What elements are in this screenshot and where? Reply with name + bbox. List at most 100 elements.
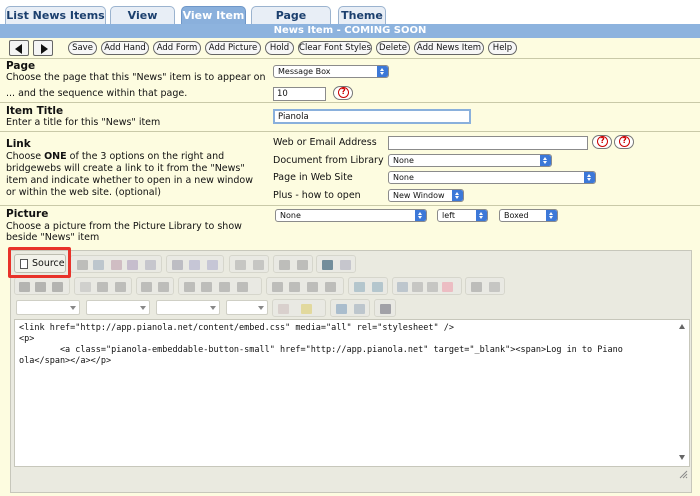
font-combo[interactable] — [156, 300, 220, 315]
page-title: News Item - COMING SOON — [0, 24, 700, 38]
paste-word-icon[interactable] — [145, 260, 156, 270]
hold-button[interactable]: Hold — [265, 41, 294, 55]
basic-style-group — [14, 277, 70, 295]
background-color-icon[interactable] — [301, 304, 312, 314]
list-group — [136, 277, 174, 295]
underline-icon[interactable] — [52, 282, 63, 292]
blockquote-icon[interactable] — [219, 282, 230, 292]
tab-page-options[interactable]: Page Options — [251, 6, 331, 39]
page-break-icon[interactable] — [489, 282, 500, 292]
page-select-value: Message Box — [278, 67, 331, 76]
superscript-icon[interactable] — [115, 282, 126, 292]
redo-icon[interactable] — [253, 260, 264, 270]
web-address-help-icon[interactable]: ? — [592, 135, 612, 149]
add-picture-button[interactable]: Add Picture — [205, 41, 261, 55]
outdent-icon[interactable] — [184, 282, 195, 292]
show-blocks-icon[interactable] — [354, 304, 365, 314]
bold-icon[interactable] — [19, 282, 30, 292]
link-icon[interactable] — [354, 282, 365, 292]
select-format-group — [316, 255, 356, 273]
page-in-site-select[interactable]: None — [388, 171, 596, 184]
item-title-heading: Item Title — [6, 105, 64, 117]
select-all-icon[interactable] — [322, 260, 333, 270]
format-combo[interactable] — [86, 300, 150, 315]
add-hand-button[interactable]: Add Hand — [101, 41, 149, 55]
picture-align-select[interactable]: left — [437, 209, 488, 222]
item-title-section: Item Title Enter a title for this "News"… — [0, 102, 700, 131]
chevron-down-icon — [258, 306, 264, 310]
help-button[interactable]: Help — [488, 41, 517, 55]
open-mode-select[interactable]: New Window — [388, 189, 464, 202]
sequence-help-icon[interactable]: ? — [333, 86, 353, 100]
tools-group — [330, 299, 370, 317]
editor-toolbar-row-3 — [14, 298, 690, 318]
link-group — [348, 277, 388, 295]
source-code-area[interactable]: <link href="http://app.pianola.net/conte… — [14, 319, 690, 467]
remove-format-icon[interactable] — [340, 260, 351, 270]
document-select[interactable]: None — [388, 154, 552, 167]
picture-style-select[interactable]: Boxed — [499, 209, 558, 222]
undo-icon[interactable] — [235, 260, 246, 270]
picture-select[interactable]: None — [275, 209, 427, 222]
justify-icon[interactable] — [325, 282, 336, 292]
special-character-icon[interactable] — [471, 282, 482, 292]
sequence-input[interactable]: 10 — [273, 87, 326, 101]
align-center-icon[interactable] — [289, 282, 300, 292]
styles-combo[interactable] — [16, 300, 80, 315]
arrow-right-icon — [41, 44, 48, 54]
print-spell-group — [166, 255, 224, 273]
paste-icon[interactable] — [111, 260, 122, 270]
font-size-combo[interactable] — [226, 300, 268, 315]
select-arrows-icon — [584, 172, 595, 183]
tab-list-news-items[interactable]: List News Items — [5, 6, 106, 24]
find-icon[interactable] — [279, 260, 290, 270]
unlink-icon[interactable] — [372, 282, 383, 292]
web-address-input[interactable] — [388, 136, 588, 150]
smiley-icon[interactable] — [442, 282, 453, 292]
clear-font-styles-button[interactable]: Clear Font Styles — [298, 41, 372, 55]
copy-icon[interactable] — [93, 260, 104, 270]
chevron-down-icon — [210, 306, 216, 310]
spellcheck-as-you-type-icon[interactable] — [207, 260, 218, 270]
add-form-button[interactable]: Add Form — [153, 41, 201, 55]
prev-item-button[interactable] — [9, 40, 29, 56]
add-news-item-button[interactable]: Add News Item — [414, 41, 484, 55]
paste-text-icon[interactable] — [127, 260, 138, 270]
save-button[interactable]: Save — [68, 41, 97, 55]
print-icon[interactable] — [172, 260, 183, 270]
table-icon[interactable] — [412, 282, 423, 292]
cut-icon[interactable] — [77, 260, 88, 270]
tab-theme[interactable]: Theme — [338, 6, 386, 24]
replace-icon[interactable] — [297, 260, 308, 270]
next-item-button[interactable] — [33, 40, 53, 56]
delete-button[interactable]: Delete — [376, 41, 410, 55]
item-title-input[interactable]: Pianola — [273, 109, 471, 124]
clipboard-group — [70, 255, 162, 273]
about-icon[interactable] — [380, 304, 391, 314]
bulleted-list-icon[interactable] — [158, 282, 169, 292]
spellcheck-icon[interactable] — [189, 260, 200, 270]
align-right-icon[interactable] — [307, 282, 318, 292]
tab-view-item[interactable]: View Item — [181, 6, 246, 24]
code-line: <link href="http://app.pianola.net/conte… — [19, 323, 454, 333]
image-icon[interactable] — [397, 282, 408, 292]
text-color-icon[interactable] — [278, 304, 289, 314]
subscript-icon[interactable] — [97, 282, 108, 292]
horizontal-rule-icon[interactable] — [427, 282, 438, 292]
indent-icon[interactable] — [201, 282, 212, 292]
page-section: Page Choose the page that this "News" it… — [0, 58, 700, 102]
vertical-scrollbar[interactable] — [676, 322, 688, 462]
italic-icon[interactable] — [35, 282, 46, 292]
page-in-site-select-value: None — [393, 173, 414, 182]
strikethrough-icon[interactable] — [80, 282, 91, 292]
resize-grip-icon[interactable] — [678, 469, 688, 479]
open-mode-label: Plus - how to open — [273, 190, 361, 201]
justify-group — [266, 277, 344, 295]
numbered-list-icon[interactable] — [141, 282, 152, 292]
page-select[interactable]: Message Box — [273, 65, 389, 78]
maximize-icon[interactable] — [336, 304, 347, 314]
align-left-icon[interactable] — [272, 282, 283, 292]
tab-view-page[interactable]: View Page — [110, 6, 175, 39]
email-help-icon[interactable]: ? — [614, 135, 634, 149]
div-container-icon[interactable] — [237, 282, 248, 292]
